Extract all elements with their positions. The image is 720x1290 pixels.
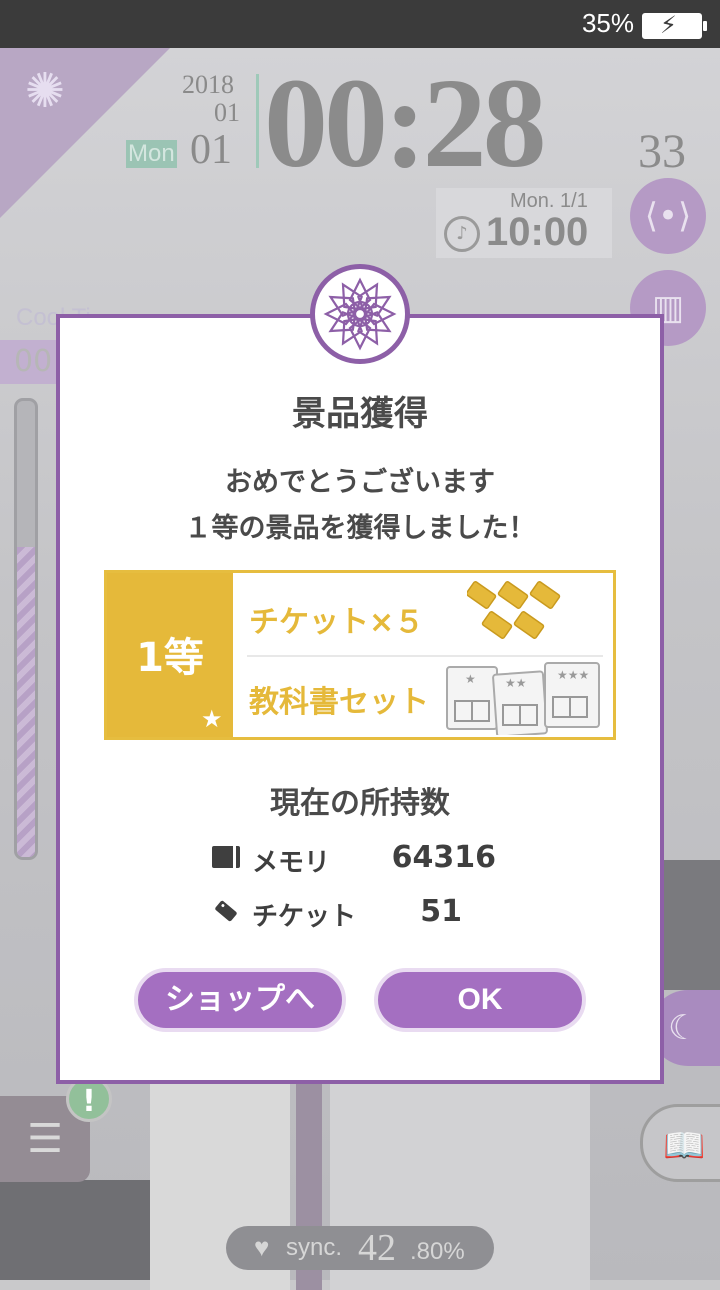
prize-rank-box: 1等 ★	[107, 573, 233, 737]
shop-button[interactable]: ショップへ	[134, 968, 346, 1032]
ok-button[interactable]: OK	[374, 968, 586, 1032]
book-icon: 📖	[663, 1126, 706, 1166]
clock-seconds: 33	[638, 125, 686, 178]
clock-year: 2018	[182, 70, 234, 99]
prize-rank: 1等	[136, 635, 204, 681]
memory-card-icon	[212, 846, 240, 868]
share-icon: ⟨•⟩	[644, 196, 692, 236]
svg-text:★★★: ★★★	[557, 668, 589, 682]
clock-month: 01	[214, 98, 240, 127]
sync-label: sync.	[286, 1234, 343, 1261]
ticket-icon	[215, 900, 237, 922]
ticket-value: 51	[420, 894, 462, 929]
holdings-title: 現在の所持数	[270, 786, 450, 821]
flower-emblem-icon	[310, 264, 410, 364]
share-button[interactable]: ⟨•⟩	[630, 178, 706, 254]
clock-weekday-badge: Mon	[126, 140, 177, 168]
bell-icon: ♪	[444, 216, 480, 252]
memory-value: 64316	[391, 840, 496, 875]
clock-divider	[256, 74, 259, 168]
prize-item-tickets: チケット×５	[249, 605, 425, 640]
ticket-label: チケット	[252, 902, 357, 932]
loading-sun-icon[interactable]: ✺	[10, 56, 80, 126]
svg-text:★: ★	[465, 672, 476, 686]
textbook-set-icon: ★ ★★ ★★★	[446, 662, 600, 735]
character-sleeve	[0, 1180, 150, 1280]
menu-icon: ☰	[27, 1116, 63, 1162]
heart-icon: ♥	[254, 1232, 270, 1262]
moon-icon: ☾	[668, 1008, 699, 1048]
prize-card: 1等 ★ チケット×５ 教科書セット ★ ★★ ★★★	[104, 570, 616, 740]
sync-decimal: .80%	[410, 1238, 465, 1265]
star-icon: ★	[201, 705, 223, 733]
memory-label: メモリ	[252, 848, 331, 878]
clock-time: 00:28	[264, 52, 547, 194]
dialog-title: 景品獲得	[292, 394, 428, 434]
dialog-message-line2: １等の景品を獲得しました！	[184, 513, 536, 544]
dialog-message-line1: おめでとうございます	[225, 467, 495, 498]
prize-item-textbooks: 教科書セット	[249, 685, 429, 720]
svg-text:★★: ★★	[505, 676, 527, 690]
status-bar: 35% ⚡	[0, 0, 720, 48]
alarm-time: 10:00	[486, 210, 589, 254]
battery-percent: 35%	[581, 8, 634, 38]
book-button[interactable]: 📖	[640, 1104, 720, 1182]
sync-value: 42	[358, 1227, 396, 1269]
ticket-stack-icon	[467, 581, 561, 639]
sync-indicator: ♥ sync. 42 .80%	[226, 1226, 494, 1270]
prize-divider	[247, 655, 603, 657]
battery-charging-icon: ⚡	[642, 11, 707, 39]
clock-day: 01	[190, 127, 232, 173]
